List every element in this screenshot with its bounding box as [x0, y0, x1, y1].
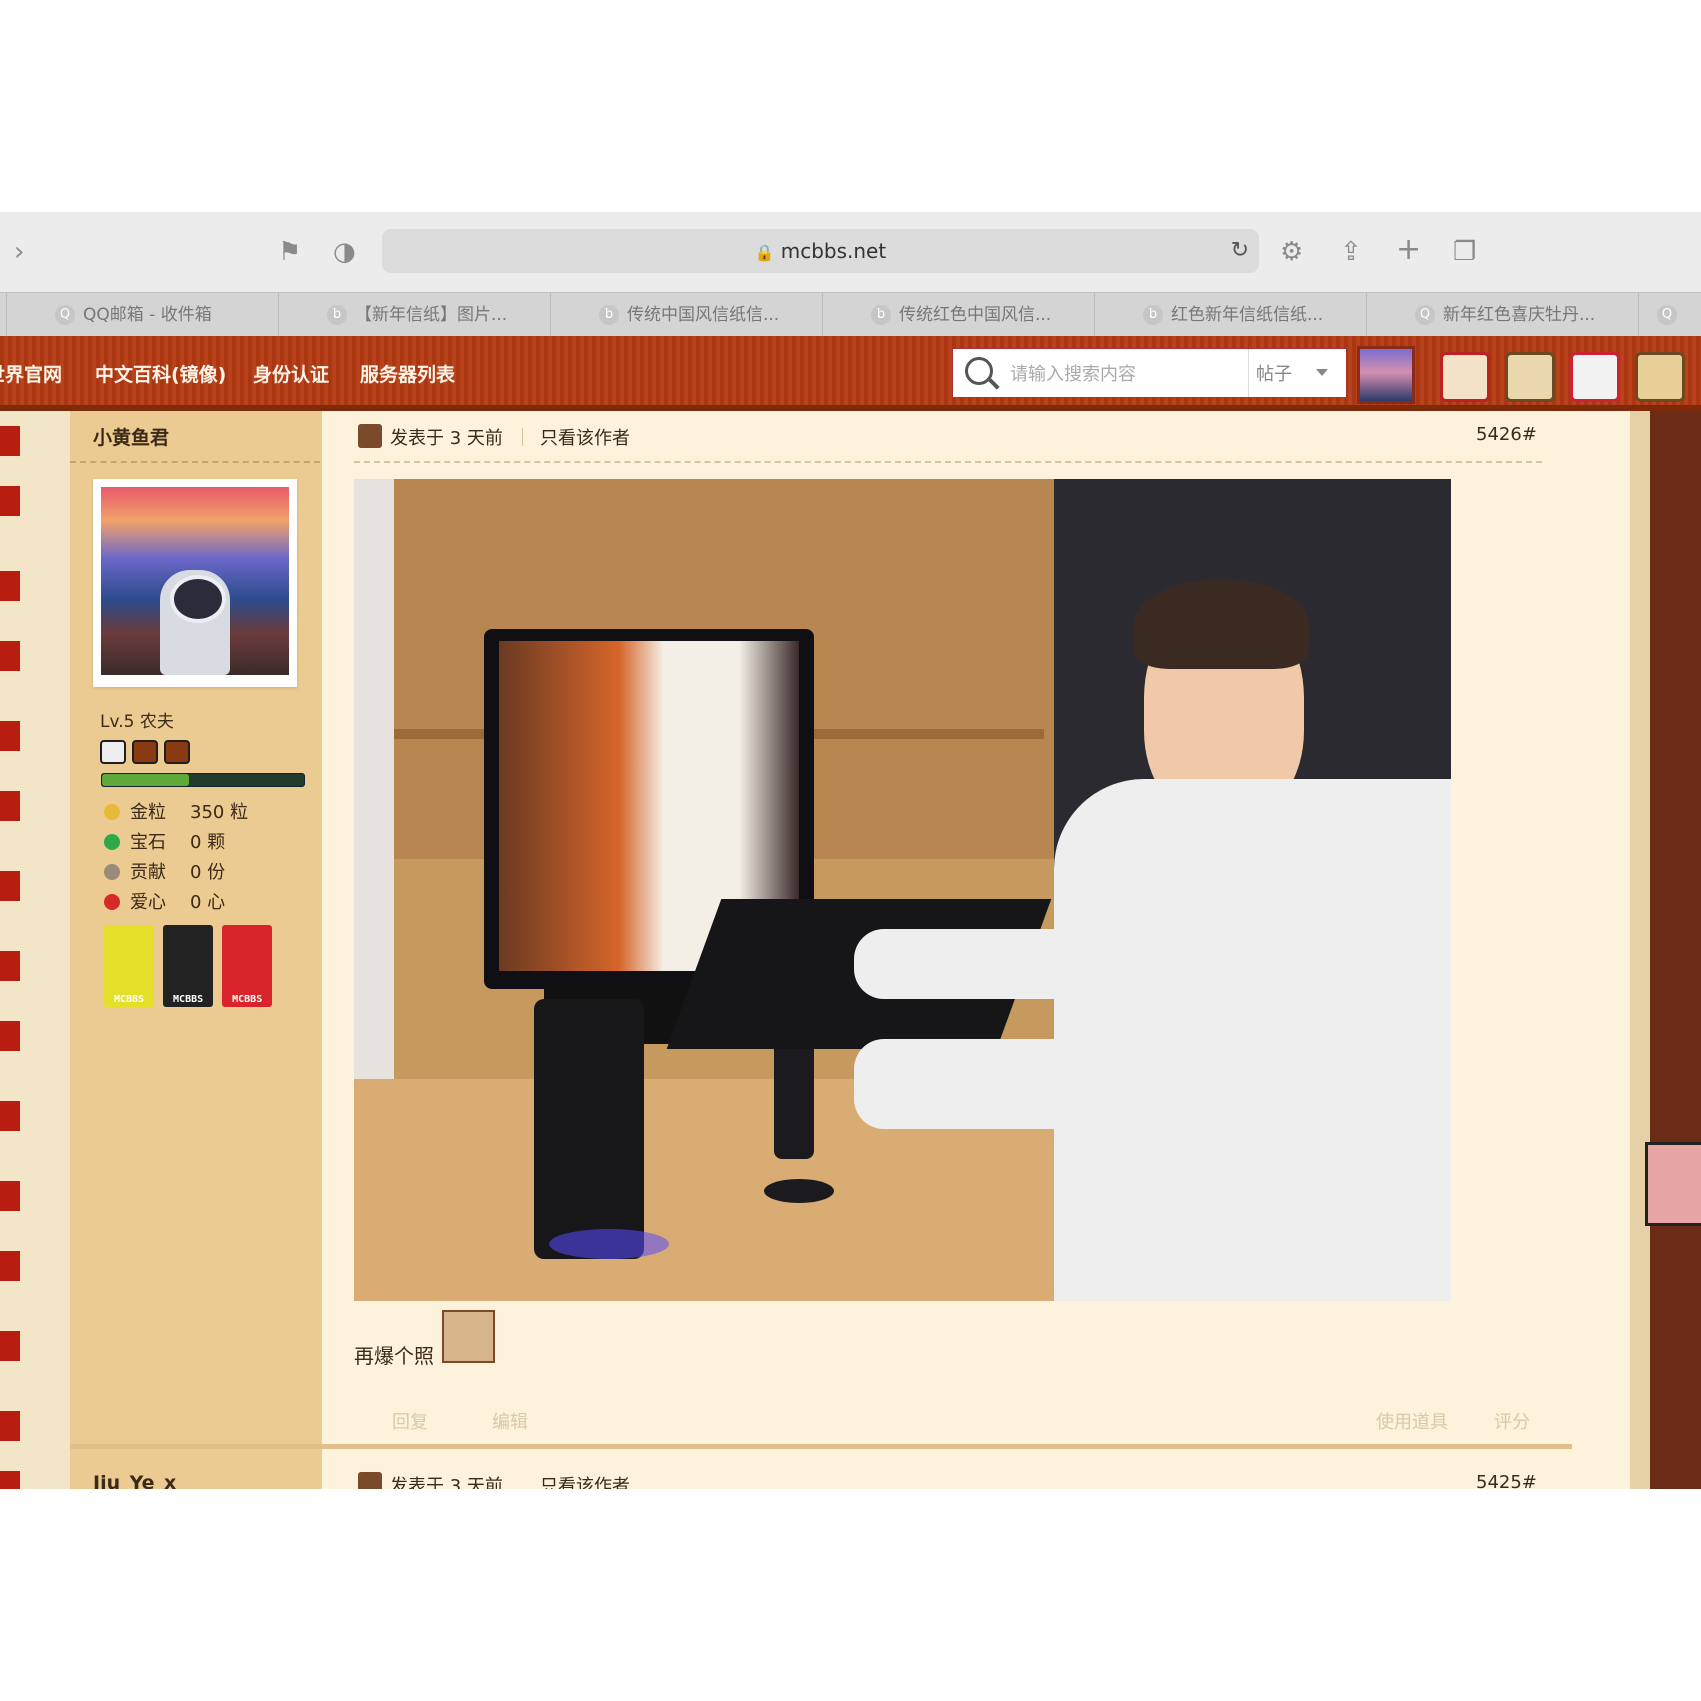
- level-icons: [100, 740, 196, 768]
- bing-icon: b: [1143, 305, 1163, 325]
- tab-letter-paper-3[interactable]: b 传统红色中国风信...: [822, 293, 1094, 337]
- tab-letter-paper-5[interactable]: Q 新年红色喜庆牡丹...: [1366, 293, 1638, 337]
- stat-gem: 宝石 0 颗: [104, 828, 225, 854]
- badge-list: MCBBS MCBBS MCBBS: [104, 925, 276, 1011]
- use-item-button[interactable]: 使用道具: [1376, 1408, 1448, 1434]
- avatar-helmet: [170, 575, 226, 623]
- share-icon[interactable]: ⇪: [1340, 239, 1362, 265]
- tab-letter-paper-2[interactable]: b 传统中国风信纸信...: [550, 293, 822, 337]
- search-icon[interactable]: [965, 357, 993, 385]
- page-bottom-area: [0, 1489, 1701, 1701]
- tabs-overview-icon[interactable]: ❐: [1453, 239, 1476, 265]
- search-engine-icon: Q: [1657, 305, 1677, 325]
- bing-icon: b: [871, 305, 891, 325]
- bing-icon: b: [599, 305, 619, 325]
- shield-icon[interactable]: ◑: [333, 239, 356, 265]
- ore-badge-icon[interactable]: MCBBS: [163, 925, 214, 1007]
- reply-button[interactable]: 回复: [392, 1408, 428, 1434]
- lock-icon: 🔒: [754, 243, 775, 262]
- qq-mail-icon: Q: [55, 305, 75, 325]
- emerald-icon: [104, 834, 120, 850]
- chevron-down-icon[interactable]: [1316, 369, 1328, 376]
- stat-heart: 爱心 0 心: [104, 888, 225, 914]
- xp-bar-fill: [102, 774, 189, 786]
- red-badge-icon[interactable]: MCBBS: [222, 925, 273, 1007]
- tab-bar: Q QQ邮箱 - 收件箱 b 【新年信纸】图片... b 传统中国风信纸信... b传…: [0, 292, 1701, 337]
- edit-button[interactable]: 编辑: [492, 1408, 528, 1434]
- post-divider: [70, 1444, 1572, 1449]
- xp-bar: [101, 773, 305, 787]
- pickaxe-badge-icon[interactable]: MCBBS: [104, 925, 154, 1007]
- search-engine-icon: Q: [1415, 305, 1435, 325]
- stat-gold: 金粒 350 粒: [104, 798, 248, 824]
- post-floor-number[interactable]: 5426#: [1476, 424, 1537, 445]
- search-type-select[interactable]: 帖子: [1256, 360, 1292, 386]
- divider: [522, 428, 523, 446]
- settings-gear-icon[interactable]: ⚙: [1280, 239, 1303, 265]
- search-box: 帖子: [952, 348, 1347, 398]
- gold-nugget-icon: [104, 804, 120, 820]
- potion-icon[interactable]: [1570, 352, 1620, 402]
- post-time: 发表于 3 天前: [390, 428, 503, 449]
- tab-overflow[interactable]: Q: [1638, 293, 1701, 337]
- minecart-icon: [100, 740, 126, 764]
- pin-icon[interactable]: ⚑: [278, 239, 301, 265]
- post-author-name[interactable]: 小黄鱼君: [93, 423, 169, 450]
- right-decoration-inner: [1630, 411, 1650, 1489]
- search-input[interactable]: [1008, 359, 1192, 389]
- nav-official-site[interactable]: 世界官网: [0, 360, 62, 387]
- user-avatar[interactable]: [1357, 346, 1415, 404]
- tab-letter-paper-1[interactable]: b 【新年信纸】图片...: [278, 293, 550, 337]
- emoji-face-icon: [442, 1310, 495, 1363]
- contribution-icon: [104, 864, 120, 880]
- user-level: Lv.5 农夫: [100, 712, 174, 732]
- stat-contribution: 贡献 0 份: [104, 858, 225, 884]
- new-tab-icon[interactable]: +: [1396, 235, 1421, 265]
- divider: [70, 461, 320, 463]
- bing-icon: b: [327, 305, 347, 325]
- nav-server-list[interactable]: 服务器列表: [360, 360, 455, 387]
- left-decoration: [0, 411, 70, 1501]
- address-bar[interactable]: 🔒 mcbbs.net ↻: [382, 229, 1259, 273]
- reload-icon[interactable]: ↻: [1231, 238, 1249, 263]
- tab-letter-paper-4[interactable]: b 红色新年信纸信纸...: [1094, 293, 1366, 337]
- post-content-text: 再爆个照: [354, 1344, 434, 1368]
- nav-identity[interactable]: 身份认证: [253, 360, 329, 387]
- palette-icon[interactable]: [1635, 352, 1685, 402]
- minecart-icon: [132, 740, 158, 764]
- url-text: mcbbs.net: [780, 239, 887, 263]
- floating-widget[interactable]: [1645, 1142, 1701, 1226]
- crafting-table-icon[interactable]: [1505, 352, 1555, 402]
- forward-icon[interactable]: ›: [14, 239, 24, 265]
- search-divider: [1248, 349, 1249, 397]
- tab-qqmail[interactable]: Q QQ邮箱 - 收件箱: [6, 293, 278, 337]
- minecart-icon: [164, 740, 190, 764]
- only-author-link[interactable]: 只看该作者: [540, 424, 630, 450]
- divider: [354, 461, 1542, 463]
- rate-button[interactable]: 评分: [1494, 1408, 1530, 1434]
- message-icon[interactable]: [1440, 352, 1490, 402]
- post-photo[interactable]: [354, 479, 1451, 1301]
- heart-icon: [104, 894, 120, 910]
- author-head-icon: [358, 424, 382, 448]
- nav-wiki-mirror[interactable]: 中文百科(镜像): [95, 360, 226, 387]
